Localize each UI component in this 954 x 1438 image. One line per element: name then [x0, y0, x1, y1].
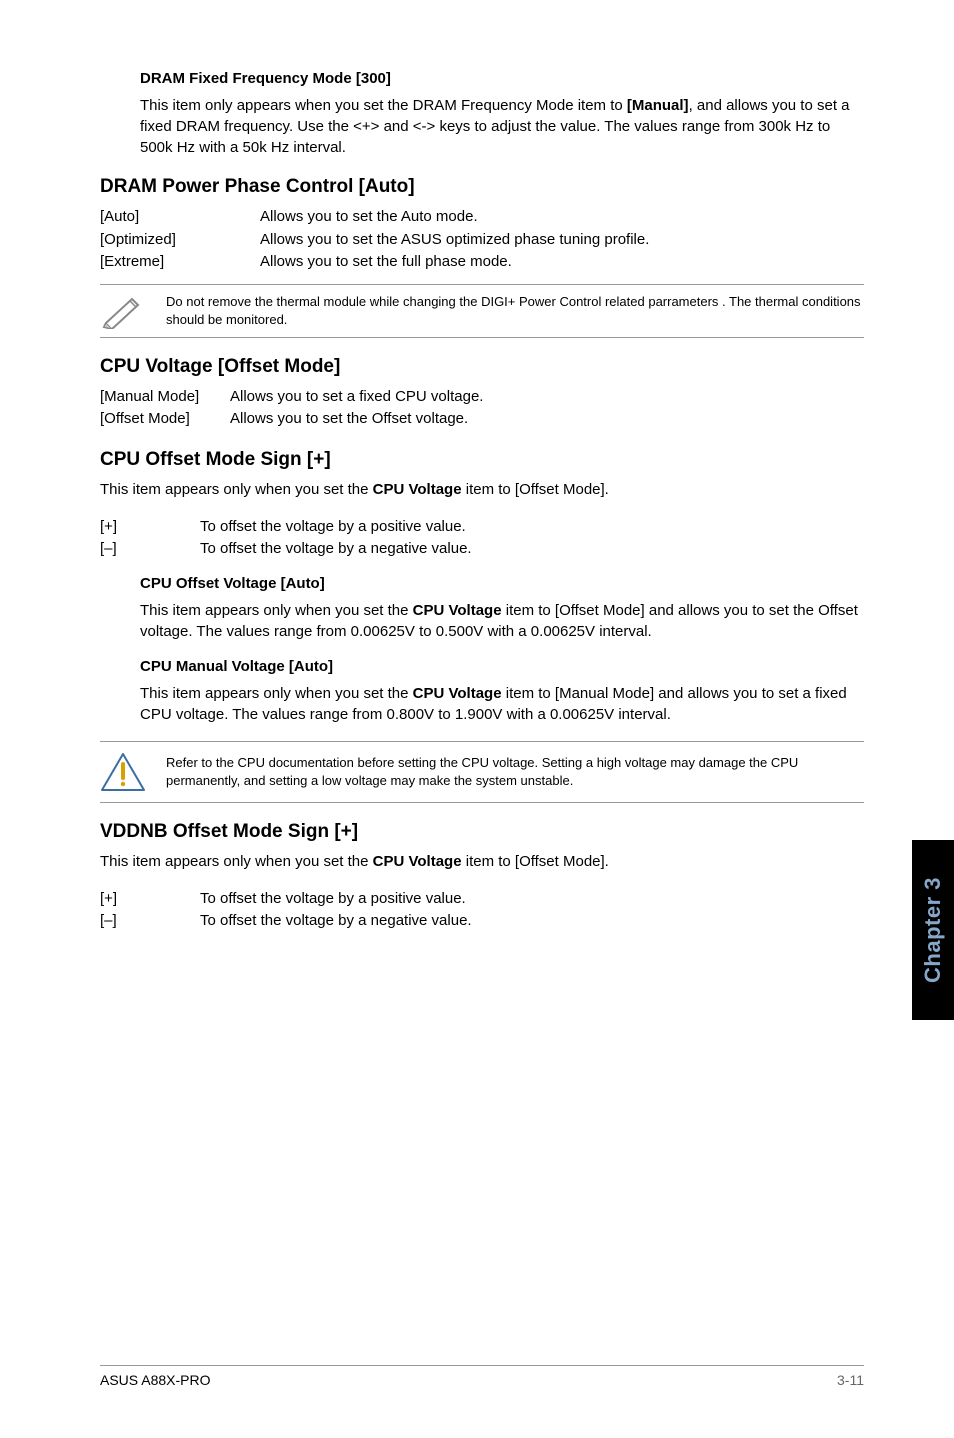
- row-label: [Offset Mode]: [100, 408, 230, 431]
- cpu-manual-voltage-section: CPU Manual Voltage [Auto] This item appe…: [140, 658, 864, 725]
- vddnb-table: [+] To offset the voltage by a positive …: [100, 888, 864, 933]
- table-row: [–] To offset the voltage by a negative …: [100, 910, 864, 933]
- cpu-voltage-table: [Manual Mode] Allows you to set a fixed …: [100, 386, 864, 431]
- row-desc: Allows you to set a fixed CPU voltage.: [230, 386, 483, 409]
- vddnb-intro: This item appears only when you set the …: [100, 851, 864, 872]
- table-row: [+] To offset the voltage by a positive …: [100, 888, 864, 911]
- text-bold: CPU Voltage: [413, 602, 502, 619]
- row-desc: To offset the voltage by a positive valu…: [200, 888, 466, 911]
- text-part: This item appears only when you set the: [100, 481, 373, 498]
- row-desc: Allows you to set the Offset voltage.: [230, 408, 468, 431]
- table-row: [Manual Mode] Allows you to set a fixed …: [100, 386, 864, 409]
- warning-text: Refer to the CPU documentation before se…: [166, 754, 864, 790]
- table-row: [Extreme] Allows you to set the full pha…: [100, 251, 864, 274]
- dram-fixed-body: This item only appears when you set the …: [140, 95, 864, 158]
- text-part: This item only appears when you set the …: [140, 97, 627, 114]
- cpu-offset-voltage-body: This item appears only when you set the …: [140, 600, 864, 642]
- cpu-voltage-title: CPU Voltage [Offset Mode]: [100, 356, 864, 378]
- cpu-offset-voltage-title: CPU Offset Voltage [Auto]: [140, 575, 864, 592]
- row-desc: Allows you to set the ASUS optimized pha…: [260, 229, 649, 252]
- table-row: [–] To offset the voltage by a negative …: [100, 538, 864, 561]
- table-row: [Offset Mode] Allows you to set the Offs…: [100, 408, 864, 431]
- dram-fixed-title: DRAM Fixed Frequency Mode [300]: [140, 70, 864, 87]
- text-part: This item appears only when you set the: [140, 685, 413, 702]
- row-label: [Manual Mode]: [100, 386, 230, 409]
- note-box: Do not remove the thermal module while c…: [100, 284, 864, 338]
- text-part: item to [Offset Mode].: [462, 853, 609, 870]
- dram-fixed-section: DRAM Fixed Frequency Mode [300] This ite…: [140, 70, 864, 158]
- footer-page-number: 3-11: [837, 1372, 864, 1388]
- text-part: This item appears only when you set the: [100, 853, 373, 870]
- row-desc: Allows you to set the full phase mode.: [260, 251, 512, 274]
- text-part: This item appears only when you set the: [140, 602, 413, 619]
- cpu-offset-sign-table: [+] To offset the voltage by a positive …: [100, 516, 864, 561]
- dram-power-table: [Auto] Allows you to set the Auto mode. …: [100, 206, 864, 274]
- cpu-manual-voltage-body: This item appears only when you set the …: [140, 683, 864, 725]
- page-footer: ASUS A88X-PRO 3-11: [100, 1365, 864, 1388]
- row-desc: Allows you to set the Auto mode.: [260, 206, 478, 229]
- table-row: [+] To offset the voltage by a positive …: [100, 516, 864, 539]
- text-bold: CPU Voltage: [373, 481, 462, 498]
- row-desc: To offset the voltage by a positive valu…: [200, 516, 466, 539]
- row-label: [+]: [100, 888, 200, 911]
- row-label: [–]: [100, 910, 200, 933]
- table-row: [Optimized] Allows you to set the ASUS o…: [100, 229, 864, 252]
- chapter-label: Chapter 3: [920, 877, 946, 983]
- warning-box: Refer to the CPU documentation before se…: [100, 741, 864, 803]
- row-desc: To offset the voltage by a negative valu…: [200, 910, 472, 933]
- row-label: [Auto]: [100, 206, 260, 229]
- pencil-note-icon: [100, 293, 146, 329]
- text-part: item to [Offset Mode].: [462, 481, 609, 498]
- cpu-offset-sign-intro: This item appears only when you set the …: [100, 479, 864, 500]
- warning-triangle-icon: [100, 752, 146, 792]
- page-content: DRAM Fixed Frequency Mode [300] This ite…: [0, 0, 954, 1438]
- cpu-offset-voltage-section: CPU Offset Voltage [Auto] This item appe…: [140, 575, 864, 642]
- chapter-side-tab: Chapter 3: [912, 840, 954, 1020]
- row-label: [Optimized]: [100, 229, 260, 252]
- row-label: [–]: [100, 538, 200, 561]
- cpu-offset-sign-title: CPU Offset Mode Sign [+]: [100, 449, 864, 471]
- note-text: Do not remove the thermal module while c…: [166, 293, 864, 329]
- dram-power-title: DRAM Power Phase Control [Auto]: [100, 176, 864, 198]
- text-bold: [Manual]: [627, 97, 689, 114]
- text-bold: CPU Voltage: [413, 685, 502, 702]
- row-desc: To offset the voltage by a negative valu…: [200, 538, 472, 561]
- row-label: [Extreme]: [100, 251, 260, 274]
- row-label: [+]: [100, 516, 200, 539]
- text-bold: CPU Voltage: [373, 853, 462, 870]
- cpu-manual-voltage-title: CPU Manual Voltage [Auto]: [140, 658, 864, 675]
- table-row: [Auto] Allows you to set the Auto mode.: [100, 206, 864, 229]
- footer-product: ASUS A88X-PRO: [100, 1372, 211, 1388]
- vddnb-title: VDDNB Offset Mode Sign [+]: [100, 821, 864, 843]
